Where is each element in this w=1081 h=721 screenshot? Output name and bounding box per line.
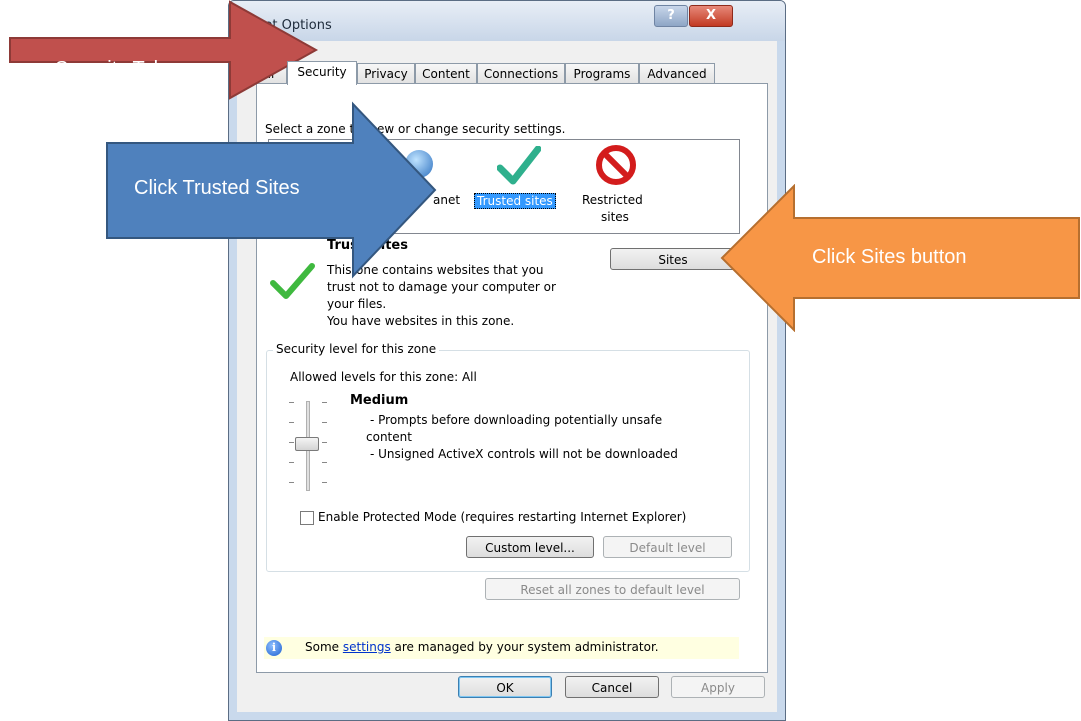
security-tab-annotation-text: Security Tab: [55, 58, 165, 80]
close-button[interactable]: X: [689, 5, 733, 27]
custom-level-button[interactable]: Custom level...: [466, 536, 594, 558]
info-before: Some: [305, 640, 343, 654]
info-icon: i: [266, 640, 282, 656]
slider-thumb[interactable]: [295, 437, 319, 451]
security-tab-annotation: Security Tab: [8, 0, 320, 100]
slider-tick: [289, 422, 294, 423]
allowed-levels-label: Allowed levels for this zone: All: [290, 370, 477, 384]
level-bullet1-line1: - Prompts before downloading potentially…: [370, 413, 663, 427]
help-button[interactable]: ?: [654, 5, 688, 27]
ok-button[interactable]: OK: [458, 676, 552, 698]
red-arrow-shape: [9, 0, 319, 100]
cancel-button[interactable]: Cancel: [565, 676, 659, 698]
zone-restricted-line2[interactable]: sites: [601, 210, 629, 224]
tab-connections[interactable]: Connections: [477, 63, 565, 83]
trusted-sites-annotation-text: Click Trusted Sites: [134, 177, 300, 199]
trusted-sites-annotation: Click Trusted Sites: [105, 98, 440, 283]
slider-tick: [322, 422, 327, 423]
security-level-legend: Security level for this zone: [273, 342, 440, 356]
tab-strip: al Security Privacy Content Connections …: [237, 61, 777, 85]
tab-programs[interactable]: Programs: [565, 63, 639, 83]
sites-button-annotation-text: Click Sites button: [812, 246, 967, 268]
tab-advanced[interactable]: Advanced: [639, 63, 715, 83]
apply-button[interactable]: Apply: [671, 676, 765, 698]
zone-desc-line3: your files.: [327, 297, 387, 311]
security-level-name: Medium: [350, 393, 409, 408]
zone-trusted-sites[interactable]: Trusted sites: [474, 193, 556, 209]
tab-security[interactable]: Security: [287, 61, 357, 85]
slider-tick: [289, 442, 294, 443]
tab-privacy[interactable]: Privacy: [357, 63, 415, 83]
level-bullet1-line2: content: [366, 430, 412, 444]
slider-tick: [322, 482, 327, 483]
info-text: Some settings are managed by your system…: [305, 640, 659, 654]
restricted-icon: [596, 145, 636, 185]
slider-tick: [289, 402, 294, 403]
level-bullet2: - Unsigned ActiveX controls will not be …: [370, 447, 678, 461]
zone-restricted-line1[interactable]: Restricted: [582, 193, 643, 207]
protected-mode-checkbox[interactable]: [300, 511, 314, 525]
red-arrow: [9, 0, 319, 100]
tab-content[interactable]: Content: [415, 63, 477, 83]
checkmark-icon: [497, 146, 541, 185]
default-level-button[interactable]: Default level: [603, 536, 732, 558]
slider-tick: [322, 462, 327, 463]
settings-link[interactable]: settings: [343, 640, 391, 654]
sites-button-annotation: Click Sites button: [720, 184, 1081, 332]
slider-tick: [289, 482, 294, 483]
slider-tick: [322, 442, 327, 443]
reset-all-zones-button[interactable]: Reset all zones to default level: [485, 578, 740, 600]
zone-desc-line4: You have websites in this zone.: [327, 314, 515, 328]
sites-button[interactable]: Sites: [610, 248, 736, 270]
info-after: are managed by your system administrator…: [390, 640, 659, 654]
slider-tick: [322, 402, 327, 403]
slider-tick: [289, 462, 294, 463]
protected-mode-label[interactable]: Enable Protected Mode (requires restarti…: [318, 510, 686, 524]
